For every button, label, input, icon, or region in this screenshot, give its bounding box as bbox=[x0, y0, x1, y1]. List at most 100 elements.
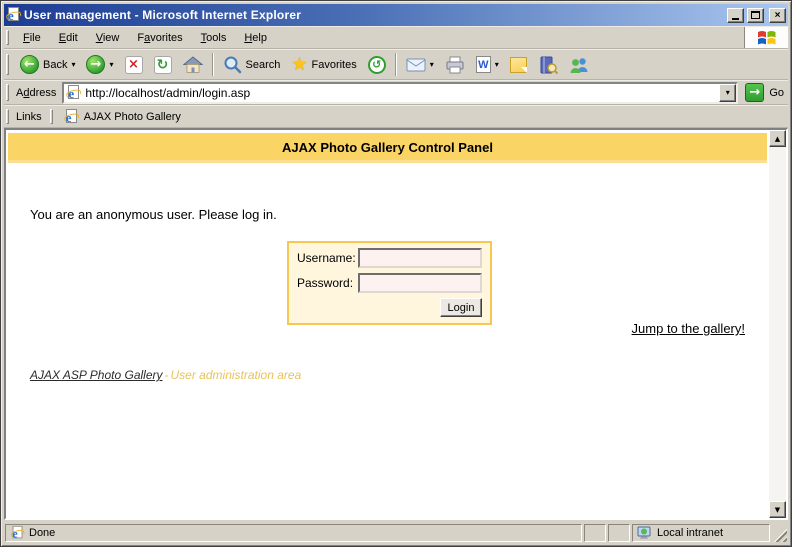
chevron-down-icon: ▾ bbox=[726, 88, 730, 97]
link-favicon: e bbox=[64, 109, 79, 125]
vertical-scrollbar[interactable]: ▲ ▼ bbox=[769, 130, 786, 518]
toolbar-separator bbox=[395, 53, 397, 76]
messenger-button[interactable] bbox=[564, 51, 594, 78]
close-button[interactable]: × bbox=[769, 8, 786, 23]
ie-icon[interactable]: e bbox=[6, 7, 21, 23]
print-icon bbox=[445, 56, 465, 74]
intranet-zone-icon bbox=[637, 526, 653, 540]
windows-flag-icon bbox=[755, 28, 779, 48]
page-favicon: e bbox=[66, 85, 81, 101]
menu-items: FileEditViewFavoritesToolsHelp bbox=[14, 28, 744, 48]
intro-message: You are an anonymous user. Please log in… bbox=[30, 207, 277, 222]
username-label: Username: bbox=[297, 251, 358, 265]
toolbar-separator bbox=[212, 53, 214, 76]
mail-button[interactable]: ▾ bbox=[401, 51, 439, 78]
links-bar-grip[interactable] bbox=[6, 109, 9, 124]
print-button[interactable] bbox=[440, 51, 470, 78]
maximize-button[interactable] bbox=[747, 8, 764, 23]
back-dropdown-icon[interactable]: ▾ bbox=[71, 60, 75, 69]
search-button[interactable]: Search bbox=[218, 51, 286, 78]
research-button[interactable] bbox=[533, 51, 563, 78]
menu-item-tools[interactable]: Tools bbox=[192, 28, 236, 48]
address-bar: Address e http://localhost/admin/login.a… bbox=[4, 80, 788, 105]
home-button[interactable] bbox=[178, 51, 208, 78]
password-row: Password: bbox=[297, 273, 482, 293]
scroll-up-button[interactable]: ▲ bbox=[769, 130, 786, 147]
menu-bar-grip[interactable] bbox=[6, 30, 9, 45]
favorites-label: Favorites bbox=[312, 59, 357, 71]
menu-item-view[interactable]: View bbox=[87, 28, 129, 48]
web-page: AJAX Photo Gallery Control Panel You are… bbox=[6, 130, 769, 518]
mail-dropdown-icon[interactable]: ▾ bbox=[430, 60, 434, 69]
security-zone-panel: Local intranet bbox=[632, 524, 770, 542]
back-label: Back bbox=[43, 59, 67, 71]
search-label: Search bbox=[246, 59, 281, 71]
links-label: Links bbox=[14, 111, 48, 123]
menu-item-help[interactable]: Help bbox=[235, 28, 276, 48]
username-field[interactable] bbox=[358, 248, 482, 268]
edit-dropdown-icon[interactable]: ▾ bbox=[495, 60, 499, 69]
forward-dropdown-icon[interactable]: ▾ bbox=[109, 60, 113, 69]
page-footer: AJAX ASP Photo Gallery-User administrati… bbox=[30, 368, 301, 382]
menu-item-edit[interactable]: Edit bbox=[50, 28, 87, 48]
go-button[interactable]: → Go bbox=[745, 83, 784, 102]
page-title: AJAX Photo Gallery Control Panel bbox=[282, 140, 493, 155]
go-label: Go bbox=[769, 87, 784, 99]
footer-subtitle: User administration area bbox=[171, 368, 302, 382]
notes-button[interactable] bbox=[505, 51, 532, 78]
status-text: Done bbox=[29, 527, 55, 539]
links-bar: Links e AJAX Photo Gallery bbox=[4, 105, 788, 128]
address-label: Address bbox=[14, 87, 62, 99]
window-resize-grip[interactable] bbox=[772, 527, 787, 542]
title-bar: e User management - Microsoft Internet E… bbox=[4, 4, 788, 26]
status-bar: e Done Local intranet bbox=[4, 520, 788, 543]
window-title: User management - Microsoft Internet Exp… bbox=[24, 8, 724, 22]
links-item-ajax-photo-gallery[interactable]: e AJAX Photo Gallery bbox=[58, 107, 187, 127]
windows-logo-throbber bbox=[744, 27, 788, 48]
favorites-icon: ★ bbox=[291, 54, 307, 75]
edit-with-word-icon: W bbox=[476, 56, 491, 73]
page-banner: AJAX Photo Gallery Control Panel bbox=[8, 133, 767, 163]
login-button[interactable]: Login bbox=[440, 298, 482, 317]
jump-to-gallery-link[interactable]: Jump to the gallery! bbox=[632, 321, 745, 336]
password-field[interactable] bbox=[358, 273, 482, 293]
standard-toolbar: ← Back ▾ → ▾ × ↻ Search bbox=[4, 49, 788, 80]
password-label: Password: bbox=[297, 276, 358, 290]
address-bar-grip[interactable] bbox=[6, 84, 9, 100]
links-item-label: AJAX Photo Gallery bbox=[84, 111, 181, 123]
menu-bar: FileEditViewFavoritesToolsHelp bbox=[4, 26, 788, 49]
favorites-button[interactable]: ★ Favorites bbox=[286, 51, 361, 78]
search-icon bbox=[223, 55, 242, 74]
zone-text: Local intranet bbox=[657, 527, 723, 539]
menu-item-file[interactable]: File bbox=[14, 28, 50, 48]
address-input[interactable]: e http://localhost/admin/login.asp ▾ bbox=[62, 82, 738, 104]
address-dropdown-button[interactable]: ▾ bbox=[719, 84, 736, 102]
scroll-up-icon: ▲ bbox=[775, 135, 780, 143]
stop-button[interactable]: × bbox=[120, 51, 148, 78]
login-form: Username: Password: Login bbox=[287, 241, 492, 325]
go-icon: → bbox=[745, 83, 764, 102]
scroll-down-button[interactable]: ▼ bbox=[769, 501, 786, 518]
status-panel: e Done bbox=[5, 524, 582, 542]
minimize-button[interactable] bbox=[727, 8, 744, 23]
maximize-icon bbox=[751, 11, 760, 19]
menu-item-favorites[interactable]: Favorites bbox=[128, 28, 191, 48]
back-icon: ← bbox=[20, 55, 39, 74]
forward-icon: → bbox=[86, 55, 105, 74]
status-spacer-panel bbox=[584, 524, 606, 542]
scrollbar-track[interactable] bbox=[769, 147, 786, 501]
stop-icon: × bbox=[125, 56, 143, 74]
messenger-icon bbox=[569, 56, 589, 74]
mail-icon bbox=[406, 58, 426, 72]
gallery-footer-link[interactable]: AJAX ASP Photo Gallery bbox=[30, 368, 163, 382]
back-button[interactable]: ← Back ▾ bbox=[15, 51, 80, 78]
history-button[interactable]: ↺ bbox=[363, 51, 391, 78]
toolbar-grip[interactable] bbox=[6, 54, 9, 74]
close-icon: × bbox=[775, 10, 781, 21]
refresh-button[interactable]: ↻ bbox=[149, 51, 177, 78]
minimize-icon bbox=[732, 18, 739, 20]
forward-button[interactable]: → ▾ bbox=[81, 51, 118, 78]
links-item-grip[interactable] bbox=[50, 109, 53, 124]
edit-with-word-button[interactable]: W ▾ bbox=[471, 51, 504, 78]
address-url[interactable]: http://localhost/admin/login.asp bbox=[85, 86, 715, 100]
